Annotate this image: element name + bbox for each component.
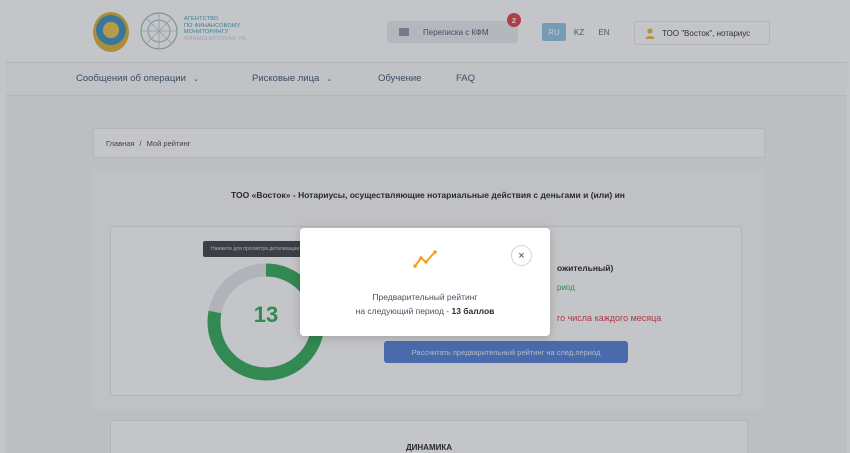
trend-chart-icon: [413, 250, 437, 268]
modal-backdrop[interactable]: [0, 0, 850, 453]
modal-result: на следующий период - 13 баллов: [300, 306, 550, 316]
modal-result-prefix: на следующий период -: [355, 306, 452, 316]
preliminary-rating-modal: × Предварительный рейтинг на следующий п…: [300, 228, 550, 336]
close-icon[interactable]: ×: [511, 245, 532, 266]
modal-title: Предварительный рейтинг: [372, 292, 478, 302]
modal-result-value: 13 баллов: [451, 306, 495, 316]
